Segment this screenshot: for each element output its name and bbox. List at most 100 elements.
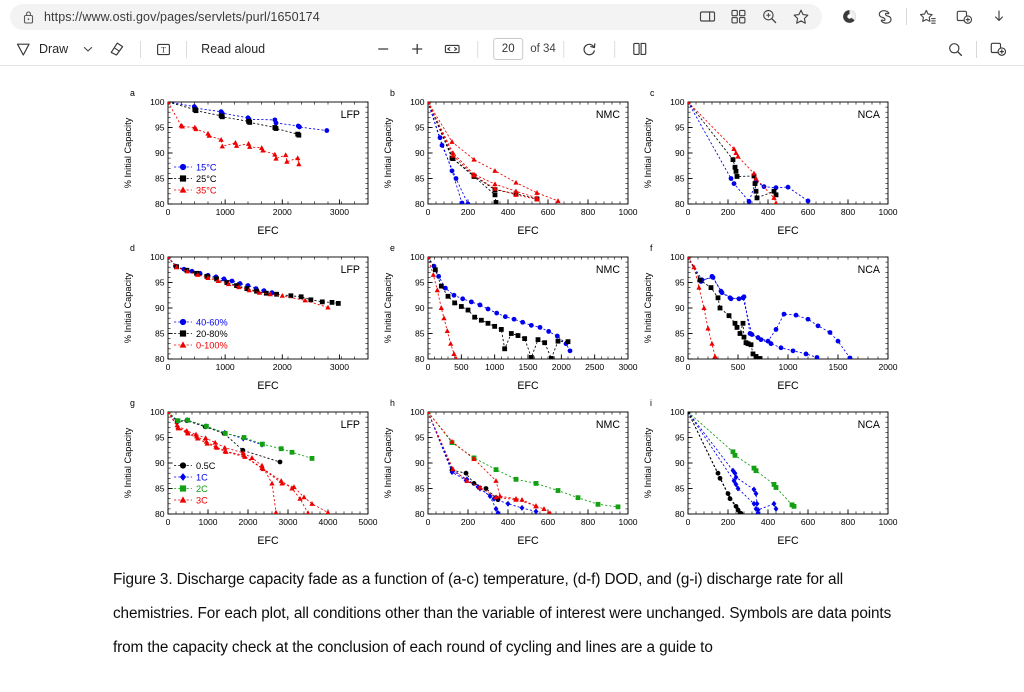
figure-3: 0 1000 2000 3000 80 85 90 95 100 a LFP% Initial Ca… xyxy=(0,84,1024,549)
svg-text:1000: 1000 xyxy=(216,207,235,217)
svg-text:800: 800 xyxy=(841,517,856,527)
svg-text:T: T xyxy=(161,45,166,54)
svg-text:a: a xyxy=(130,88,135,98)
svg-text:1000: 1000 xyxy=(878,207,897,217)
svg-text:40-60%: 40-60% xyxy=(196,317,228,327)
svg-text:5000: 5000 xyxy=(358,517,377,527)
svg-text:200: 200 xyxy=(461,517,476,527)
omnibox[interactable]: https://www.osti.gov/pages/servlets/purl… xyxy=(10,3,822,30)
svg-text:100: 100 xyxy=(670,97,685,107)
browser-essentials-icon[interactable] xyxy=(955,8,973,26)
toolbar-divider xyxy=(140,40,142,58)
text-box-icon: T xyxy=(155,41,172,58)
split-screen-icon[interactable] xyxy=(699,8,716,25)
chart-panel-g: 0 1000 2000 3000 4000 5000 80 85 90 95 100 g LFP % In… xyxy=(120,394,380,549)
svg-text:80: 80 xyxy=(155,199,165,209)
rotate-button[interactable] xyxy=(571,37,607,61)
svg-text:1000: 1000 xyxy=(878,517,897,527)
svg-text:800: 800 xyxy=(581,517,596,527)
svg-text:EFC: EFC xyxy=(777,535,799,547)
chart-panel-f: 0 500 1000 1500 2000 80 85 90 95 100 f NCA % Initial… xyxy=(640,239,900,394)
svg-text:15°C: 15°C xyxy=(196,162,217,172)
lock-icon xyxy=(20,9,36,25)
svg-text:80: 80 xyxy=(415,509,425,519)
toolbar-divider xyxy=(613,40,615,58)
svg-text:85: 85 xyxy=(155,484,165,494)
svg-text:80: 80 xyxy=(415,199,425,209)
svg-text:b: b xyxy=(390,88,395,98)
svg-text:0.5C: 0.5C xyxy=(196,461,216,471)
svg-text:100: 100 xyxy=(150,97,165,107)
svg-text:0: 0 xyxy=(686,362,691,372)
svg-text:200: 200 xyxy=(721,517,736,527)
svg-text:85: 85 xyxy=(675,174,685,184)
read-aloud-button[interactable]: Read aloud xyxy=(194,39,272,59)
page-number-input[interactable]: 20 xyxy=(493,38,524,60)
zoom-search-icon[interactable] xyxy=(761,8,778,25)
svg-text:85: 85 xyxy=(415,174,425,184)
svg-text:0: 0 xyxy=(166,207,171,217)
svg-text:1000: 1000 xyxy=(485,362,504,372)
chart-panel-a: 0 1000 2000 3000 80 85 90 95 100 a LFP % Initial Ca… xyxy=(120,84,380,239)
chart-panel-h: 0 200 400 600 800 1000 80 85 90 95 100 h NMC % Initia… xyxy=(380,394,640,549)
svg-text:95: 95 xyxy=(675,123,685,133)
more-options-icon[interactable] xyxy=(989,40,1007,58)
svg-text:25°C: 25°C xyxy=(196,174,217,184)
svg-text:100: 100 xyxy=(410,407,425,417)
collections-grid-icon[interactable] xyxy=(730,8,747,25)
zoom-in-button[interactable] xyxy=(400,38,434,60)
add-text-button[interactable]: T xyxy=(148,38,179,61)
svg-text:90: 90 xyxy=(415,303,425,313)
svg-text:95: 95 xyxy=(415,433,425,443)
svg-text:2000: 2000 xyxy=(273,362,292,372)
star-favorite-icon[interactable] xyxy=(792,8,810,26)
add-to-favorites-icon[interactable] xyxy=(919,8,937,26)
svg-text:85: 85 xyxy=(675,484,685,494)
toolbar-divider xyxy=(976,40,977,58)
svg-text:100: 100 xyxy=(150,407,165,417)
svg-text:EFC: EFC xyxy=(517,535,539,547)
browser-address-bar: https://www.osti.gov/pages/servlets/purl… xyxy=(0,0,1024,33)
svg-text:2000: 2000 xyxy=(878,362,897,372)
svg-text:2C: 2C xyxy=(196,484,208,494)
svg-text:% Initial Capacity: % Initial Capacity xyxy=(643,117,653,188)
minus-icon xyxy=(375,41,391,57)
svg-text:100: 100 xyxy=(670,407,685,417)
search-icon[interactable] xyxy=(947,41,964,58)
svg-text:20-80%: 20-80% xyxy=(196,329,228,339)
svg-text:% Initial Capacity: % Initial Capacity xyxy=(383,117,393,188)
erase-button[interactable] xyxy=(101,37,133,61)
svg-text:200: 200 xyxy=(721,207,736,217)
current-page-value: 20 xyxy=(501,43,515,55)
svg-text:NCA: NCA xyxy=(858,419,881,431)
chart-panel-i: 0 200 400 600 800 1000 80 85 90 95 100 i NCA % Initia… xyxy=(640,394,900,549)
svg-text:800: 800 xyxy=(841,207,856,217)
svg-text:90: 90 xyxy=(155,148,165,158)
svg-text:0: 0 xyxy=(166,362,171,372)
svg-text:80: 80 xyxy=(155,509,165,519)
page-layout-button[interactable] xyxy=(622,37,658,61)
draw-options-dropdown[interactable] xyxy=(75,40,101,58)
svg-text:% Initial Capacity: % Initial Capacity xyxy=(643,427,653,498)
draw-button[interactable]: Draw xyxy=(8,38,75,61)
svg-text:NCA: NCA xyxy=(858,109,881,121)
copilot-icon[interactable] xyxy=(876,8,894,26)
pdf-viewport[interactable]: 0 1000 2000 3000 80 85 90 95 100 a LFP% Initial Ca… xyxy=(0,66,1024,692)
svg-text:400: 400 xyxy=(761,207,776,217)
chevron-down-icon xyxy=(82,43,94,55)
fit-to-width-button[interactable] xyxy=(434,38,470,60)
chart-panel-c: 0 200 400 600 800 1000 80 85 90 95 100 c NCA % Initia… xyxy=(640,84,900,239)
svg-text:1000: 1000 xyxy=(618,517,637,527)
profile-icon[interactable] xyxy=(841,8,858,25)
url-text[interactable]: https://www.osti.gov/pages/servlets/purl… xyxy=(44,10,699,24)
svg-text:NMC: NMC xyxy=(596,264,620,276)
rotate-icon xyxy=(580,40,598,58)
fit-to-width-icon xyxy=(443,41,461,57)
svg-text:95: 95 xyxy=(155,433,165,443)
svg-text:4000: 4000 xyxy=(318,517,337,527)
svg-text:LFP: LFP xyxy=(341,419,360,431)
svg-text:95: 95 xyxy=(415,123,425,133)
zoom-out-button[interactable] xyxy=(366,38,400,60)
toolbar-divider xyxy=(906,8,907,25)
downloads-icon[interactable] xyxy=(991,8,1005,26)
